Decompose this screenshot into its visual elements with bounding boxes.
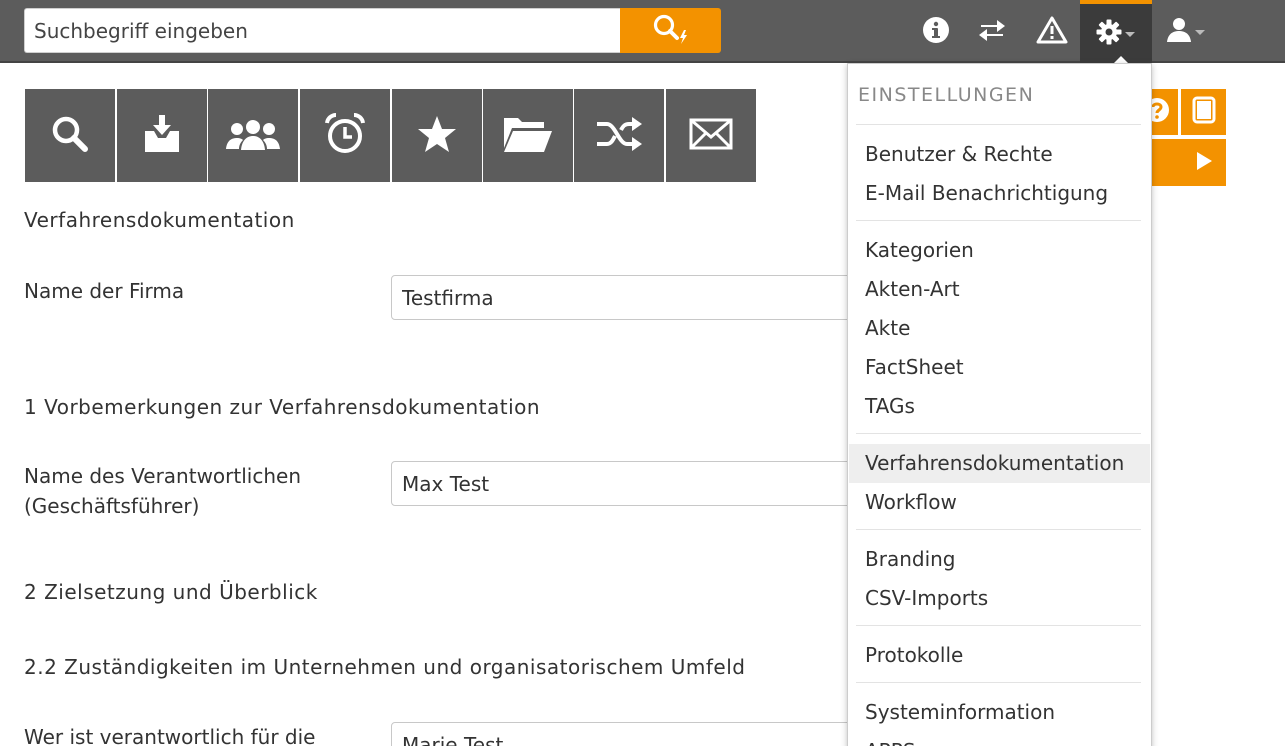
inbox-download-icon <box>142 113 182 159</box>
divider <box>856 124 1141 125</box>
dropdown-header: EINSTELLUNGEN <box>858 84 1035 106</box>
info-icon <box>922 16 950 48</box>
menu-item-benutzer-rechte[interactable]: Benutzer & Rechte <box>849 135 1150 174</box>
menu-item-csv-imports[interactable]: CSV-Imports <box>849 579 1150 618</box>
divider <box>856 625 1141 626</box>
responsible-name-field[interactable] <box>391 461 911 506</box>
tile-shuffle[interactable] <box>574 89 664 182</box>
divider <box>856 433 1141 434</box>
divider <box>856 220 1141 221</box>
play-icon <box>1195 151 1213 175</box>
warning-button[interactable] <box>1026 0 1078 63</box>
gear-icon <box>1095 18 1123 50</box>
divider <box>856 682 1141 683</box>
divider <box>856 529 1141 530</box>
folder-open-icon <box>502 114 554 158</box>
who-responsible-label: Wer ist verantwortlich für die <box>24 725 316 746</box>
menu-item-apps[interactable]: APPS <box>849 732 1150 746</box>
search-icon <box>50 114 90 158</box>
menu-item-akte[interactable]: Akte <box>849 309 1150 348</box>
section-1-heading: 1 Vorbemerkungen zur Verfahrensdokumenta… <box>24 395 541 419</box>
menu-item-akten-art[interactable]: Akten-Art <box>849 270 1150 309</box>
shuffle-icon <box>595 116 643 156</box>
alarm-clock-icon <box>323 112 367 160</box>
company-label: Name der Firma <box>24 279 185 303</box>
page-title: Verfahrensdokumentation <box>24 208 295 232</box>
section-2-heading: 2 Zielsetzung und Überblick <box>24 580 318 604</box>
notes-button[interactable] <box>1181 89 1226 135</box>
tile-users[interactable] <box>208 89 298 182</box>
settings-dropdown: EINSTELLUNGEN Benutzer & Rechte E-Mail B… <box>847 63 1152 746</box>
section-2-2-heading: 2.2 Zuständigkeiten im Unternehmen und o… <box>24 655 746 679</box>
tile-inbox[interactable] <box>117 89 207 182</box>
menu-item-kategorien[interactable]: Kategorien <box>849 231 1150 270</box>
chevron-down-icon <box>1193 22 1207 41</box>
responsible-label-line1: Name des Verantwortlichen <box>24 464 301 488</box>
exchange-icon <box>978 17 1006 47</box>
envelope-icon <box>689 118 733 154</box>
menu-item-tags[interactable]: TAGs <box>849 387 1150 426</box>
top-bar <box>0 0 1285 63</box>
user-icon <box>1165 16 1193 48</box>
menu-item-verfahrensdokumentation[interactable]: Verfahrensdokumentation <box>849 444 1150 483</box>
users-icon <box>224 117 282 155</box>
tile-reminders[interactable] <box>300 89 390 182</box>
who-responsible-field[interactable] <box>391 722 911 746</box>
warning-icon <box>1036 16 1068 48</box>
menu-item-workflow[interactable]: Workflow <box>849 483 1150 522</box>
user-menu-button[interactable] <box>1156 0 1216 63</box>
tile-favorites[interactable] <box>392 89 482 182</box>
tile-search[interactable] <box>25 89 115 182</box>
star-icon <box>417 114 457 158</box>
tile-folders[interactable] <box>483 89 573 182</box>
settings-button[interactable] <box>1080 0 1152 63</box>
menu-item-branding[interactable]: Branding <box>849 540 1150 579</box>
menu-item-protokolle[interactable]: Protokolle <box>849 636 1150 675</box>
menu-item-factsheet[interactable]: FactSheet <box>849 348 1150 387</box>
menu-item-email-benachrichtigung[interactable]: E-Mail Benachrichtigung <box>849 174 1150 213</box>
notebook-icon <box>1191 96 1217 128</box>
tile-messages[interactable] <box>666 89 756 182</box>
responsible-label-line2: (Geschäftsführer) <box>24 494 200 518</box>
menu-item-systeminformation[interactable]: Systeminformation <box>849 693 1150 732</box>
search-input[interactable] <box>24 8 620 53</box>
info-button[interactable] <box>912 0 960 63</box>
chevron-down-icon <box>1123 24 1137 43</box>
search-bolt-icon <box>650 13 692 49</box>
company-name-field[interactable] <box>391 275 911 320</box>
exchange-button[interactable] <box>968 0 1016 63</box>
search-button[interactable] <box>620 8 721 53</box>
